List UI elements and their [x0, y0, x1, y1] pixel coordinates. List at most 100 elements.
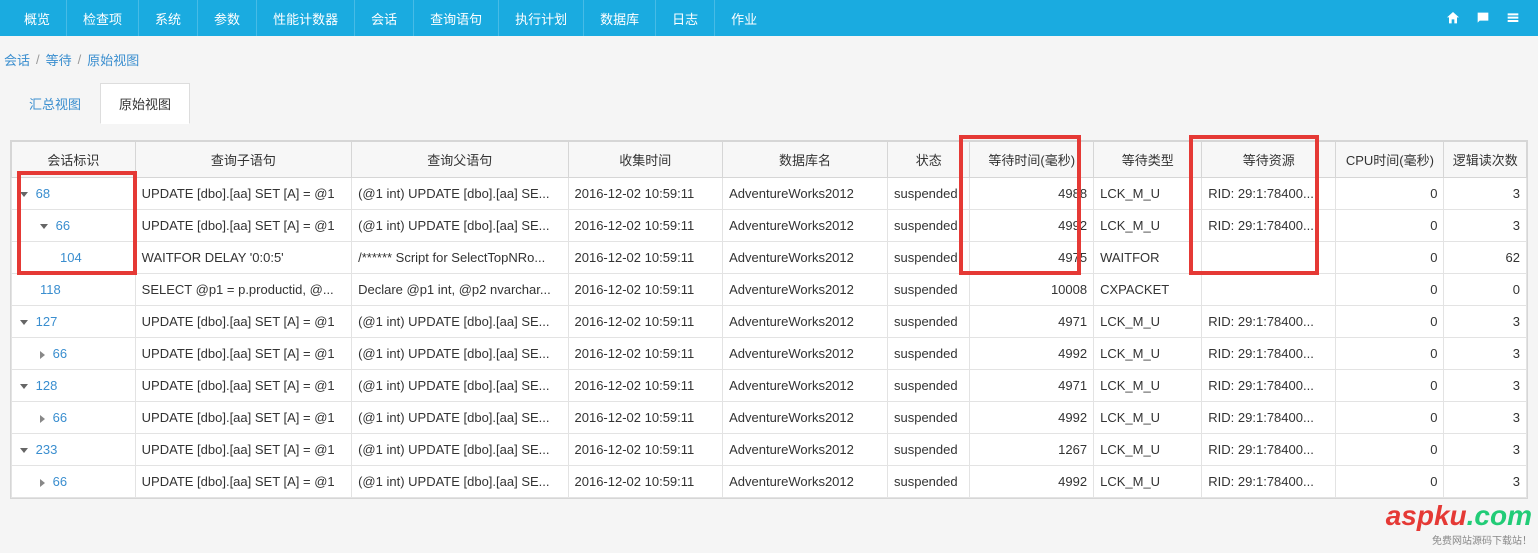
breadcrumb-session[interactable]: 会话	[4, 50, 30, 69]
chevron-right-icon[interactable]	[40, 415, 45, 423]
col-header-7[interactable]: 等待类型	[1094, 142, 1202, 178]
chat-icon[interactable]	[1474, 9, 1492, 27]
col-header-4[interactable]: 数据库名	[723, 142, 888, 178]
cell-wait-resource	[1202, 274, 1336, 306]
table-row[interactable]: 66UPDATE [dbo].[aa] SET [A] = @1(@1 int)…	[12, 402, 1527, 434]
table-row[interactable]: 118SELECT @p1 = p.productid, @...Declare…	[12, 274, 1527, 306]
cell-collect-time: 2016-12-02 10:59:11	[568, 402, 723, 434]
cell-wait-ms: 1267	[970, 434, 1094, 466]
col-header-6[interactable]: 等待时间(毫秒)	[970, 142, 1094, 178]
nav-item-9[interactable]: 日志	[656, 0, 715, 36]
tab-summary-view[interactable]: 汇总视图	[10, 83, 100, 124]
cell-wait-type: LCK_M_U	[1094, 402, 1202, 434]
cell-child-query: UPDATE [dbo].[aa] SET [A] = @1	[135, 338, 351, 370]
cell-parent-query: (@1 int) UPDATE [dbo].[aa] SE...	[352, 466, 568, 498]
chevron-down-icon[interactable]	[20, 384, 28, 389]
col-header-8[interactable]: 等待资源	[1202, 142, 1336, 178]
cell-status: suspended	[887, 306, 969, 338]
table-row[interactable]: 104WAITFOR DELAY '0:0:5'/****** Script f…	[12, 242, 1527, 274]
table-body: 68UPDATE [dbo].[aa] SET [A] = @1(@1 int)…	[12, 178, 1527, 498]
cell-parent-query: (@1 int) UPDATE [dbo].[aa] SE...	[352, 434, 568, 466]
cell-session-id[interactable]: 233	[12, 434, 136, 466]
cell-parent-query: (@1 int) UPDATE [dbo].[aa] SE...	[352, 402, 568, 434]
chevron-down-icon[interactable]	[40, 224, 48, 229]
nav-item-7[interactable]: 执行计划	[499, 0, 584, 36]
cell-session-id[interactable]: 128	[12, 370, 136, 402]
cell-session-id[interactable]: 66	[12, 402, 136, 434]
breadcrumb-sep: /	[36, 52, 40, 67]
col-header-3[interactable]: 收集时间	[568, 142, 723, 178]
cell-session-id[interactable]: 66	[12, 338, 136, 370]
breadcrumb-wait[interactable]: 等待	[46, 50, 72, 69]
table-row[interactable]: 66UPDATE [dbo].[aa] SET [A] = @1(@1 int)…	[12, 466, 1527, 498]
breadcrumb-sep: /	[78, 52, 82, 67]
data-grid: 会话标识查询子语句查询父语句收集时间数据库名状态等待时间(毫秒)等待类型等待资源…	[10, 140, 1528, 499]
home-icon[interactable]	[1444, 9, 1462, 27]
cell-cpu-ms: 0	[1336, 210, 1444, 242]
chevron-right-icon[interactable]	[40, 479, 45, 487]
cell-child-query: UPDATE [dbo].[aa] SET [A] = @1	[135, 370, 351, 402]
nav-item-5[interactable]: 会话	[355, 0, 414, 36]
cell-status: suspended	[887, 434, 969, 466]
cell-wait-type: LCK_M_U	[1094, 210, 1202, 242]
cell-status: suspended	[887, 178, 969, 210]
cell-wait-type: WAITFOR	[1094, 242, 1202, 274]
nav-item-0[interactable]: 概览	[8, 0, 67, 36]
cell-wait-resource: RID: 29:1:78400...	[1202, 466, 1336, 498]
cell-database: AdventureWorks2012	[723, 402, 888, 434]
tab-raw-view[interactable]: 原始视图	[100, 83, 190, 124]
cell-logical-reads: 62	[1444, 242, 1527, 274]
col-header-2[interactable]: 查询父语句	[352, 142, 568, 178]
nav-item-1[interactable]: 检查项	[67, 0, 139, 36]
cell-wait-ms: 10008	[970, 274, 1094, 306]
table-row[interactable]: 127UPDATE [dbo].[aa] SET [A] = @1(@1 int…	[12, 306, 1527, 338]
chevron-down-icon[interactable]	[20, 320, 28, 325]
nav-item-4[interactable]: 性能计数器	[257, 0, 355, 36]
cell-wait-resource: RID: 29:1:78400...	[1202, 210, 1336, 242]
watermark-text-1: aspku	[1386, 500, 1467, 531]
col-header-1[interactable]: 查询子语句	[135, 142, 351, 178]
nav-item-2[interactable]: 系统	[139, 0, 198, 36]
col-header-10[interactable]: 逻辑读次数	[1444, 142, 1527, 178]
col-header-0[interactable]: 会话标识	[12, 142, 136, 178]
cell-cpu-ms: 0	[1336, 402, 1444, 434]
cell-wait-type: LCK_M_U	[1094, 338, 1202, 370]
nav-item-6[interactable]: 查询语句	[414, 0, 499, 36]
cell-database: AdventureWorks2012	[723, 370, 888, 402]
cell-cpu-ms: 0	[1336, 434, 1444, 466]
list-icon[interactable]	[1504, 9, 1522, 27]
cell-child-query: UPDATE [dbo].[aa] SET [A] = @1	[135, 402, 351, 434]
cell-session-id[interactable]: 68	[12, 178, 136, 210]
col-header-9[interactable]: CPU时间(毫秒)	[1336, 142, 1444, 178]
table-row[interactable]: 128UPDATE [dbo].[aa] SET [A] = @1(@1 int…	[12, 370, 1527, 402]
table-row[interactable]: 66UPDATE [dbo].[aa] SET [A] = @1(@1 int)…	[12, 210, 1527, 242]
chevron-right-icon[interactable]	[40, 351, 45, 359]
cell-session-id[interactable]: 127	[12, 306, 136, 338]
cell-session-id[interactable]: 104	[12, 242, 136, 274]
cell-parent-query: (@1 int) UPDATE [dbo].[aa] SE...	[352, 338, 568, 370]
cell-session-id[interactable]: 66	[12, 466, 136, 498]
cell-parent-query: (@1 int) UPDATE [dbo].[aa] SE...	[352, 210, 568, 242]
chevron-down-icon[interactable]	[20, 448, 28, 453]
nav-item-3[interactable]: 参数	[198, 0, 257, 36]
cell-wait-resource	[1202, 242, 1336, 274]
table-row[interactable]: 66UPDATE [dbo].[aa] SET [A] = @1(@1 int)…	[12, 338, 1527, 370]
cell-logical-reads: 0	[1444, 274, 1527, 306]
nav-item-8[interactable]: 数据库	[584, 0, 656, 36]
top-icons	[1444, 9, 1530, 27]
cell-wait-type: LCK_M_U	[1094, 178, 1202, 210]
cell-logical-reads: 3	[1444, 466, 1527, 498]
cell-session-id[interactable]: 66	[12, 210, 136, 242]
cell-database: AdventureWorks2012	[723, 338, 888, 370]
breadcrumb-rawview[interactable]: 原始视图	[87, 50, 139, 69]
cell-status: suspended	[887, 338, 969, 370]
cell-status: suspended	[887, 274, 969, 306]
cell-parent-query: (@1 int) UPDATE [dbo].[aa] SE...	[352, 370, 568, 402]
chevron-down-icon[interactable]	[20, 192, 28, 197]
table-row[interactable]: 68UPDATE [dbo].[aa] SET [A] = @1(@1 int)…	[12, 178, 1527, 210]
col-header-5[interactable]: 状态	[887, 142, 969, 178]
table-row[interactable]: 233UPDATE [dbo].[aa] SET [A] = @1(@1 int…	[12, 434, 1527, 466]
cell-session-id[interactable]: 118	[12, 274, 136, 306]
cell-child-query: UPDATE [dbo].[aa] SET [A] = @1	[135, 434, 351, 466]
nav-item-10[interactable]: 作业	[715, 0, 773, 36]
